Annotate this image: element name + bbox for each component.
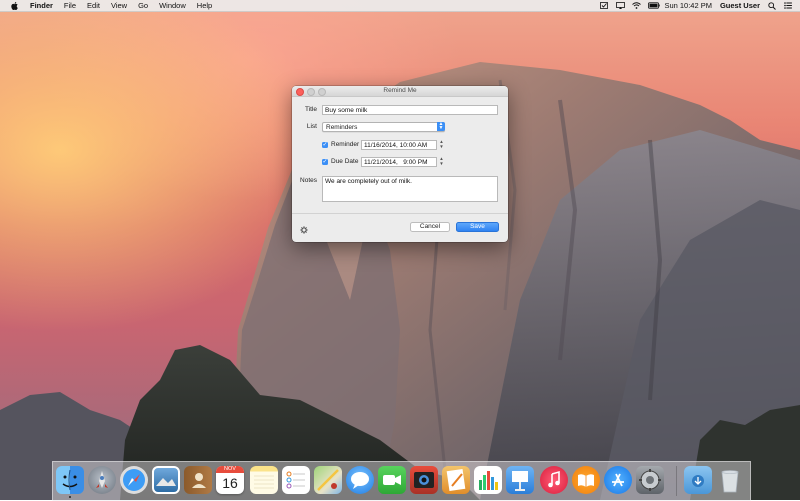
menu-bar: Finder File Edit View Go Window Help Sun… <box>0 0 800 12</box>
menu-extras: Sun 10:42 PM Guest User <box>600 0 792 11</box>
contacts-icon[interactable] <box>184 466 212 494</box>
menu-app-name[interactable]: Finder <box>30 1 53 10</box>
ibooks-icon[interactable] <box>572 466 600 494</box>
menu-view[interactable]: View <box>111 1 127 10</box>
notes-label: Notes <box>300 177 317 184</box>
dock-separator <box>676 466 677 496</box>
menu-window[interactable]: Window <box>159 1 186 10</box>
maps-icon[interactable] <box>314 466 342 494</box>
dialog-divider <box>292 213 508 214</box>
reminder-stepper[interactable]: ▲ ▼ <box>439 139 444 149</box>
photo-booth-icon[interactable] <box>410 466 438 494</box>
menu-help[interactable]: Help <box>197 1 212 10</box>
messages-icon[interactable] <box>346 466 374 494</box>
gear-icon[interactable] <box>300 223 308 234</box>
zoom-button[interactable] <box>318 88 326 96</box>
reminder-date-field[interactable]: 11/16/2014, 10:00 AM <box>361 140 437 150</box>
wifi-icon[interactable] <box>632 2 642 9</box>
remind-me-dialog: Remind Me Title Buy some milk List Remin… <box>292 86 508 242</box>
trash-icon[interactable] <box>716 466 744 494</box>
chevron-updown-icon: ▲ ▼ <box>437 121 445 131</box>
calendar-icon[interactable]: NOV 16 <box>216 466 244 494</box>
dialog-titlebar[interactable]: Remind Me <box>292 86 508 97</box>
battery-icon[interactable] <box>648 2 661 9</box>
title-field[interactable]: Buy some milk <box>322 105 498 115</box>
reminders-icon[interactable] <box>282 466 310 494</box>
pages-icon[interactable] <box>442 466 470 494</box>
spotlight-search-icon[interactable] <box>768 2 776 10</box>
downloads-folder-icon[interactable] <box>684 466 712 494</box>
numbers-icon[interactable] <box>474 466 502 494</box>
title-label: Title <box>304 106 317 113</box>
mail-stamp-icon[interactable] <box>152 466 180 494</box>
cancel-button[interactable]: Cancel <box>410 222 450 232</box>
facetime-icon[interactable] <box>378 466 406 494</box>
reminder-checkbox[interactable]: ✓ <box>322 142 328 148</box>
app-store-icon[interactable] <box>604 466 632 494</box>
reminder-label: Reminder <box>331 141 360 148</box>
due-date-checkbox[interactable]: ✓ <box>322 159 328 165</box>
system-preferences-icon[interactable] <box>636 466 664 494</box>
menu-edit[interactable]: Edit <box>87 1 100 10</box>
menu-file[interactable]: File <box>64 1 76 10</box>
list-label: List <box>306 123 317 130</box>
menu-go[interactable]: Go <box>138 1 148 10</box>
notes-textarea[interactable]: We are completely out of milk. <box>322 176 498 202</box>
wallpaper-mountain <box>0 62 800 500</box>
due-date-stepper[interactable]: ▲ ▼ <box>439 156 444 166</box>
calendar-month: NOV <box>216 466 244 473</box>
reminder-check-icon[interactable] <box>600 2 609 9</box>
save-button[interactable]: Save <box>456 222 499 232</box>
finder-icon[interactable] <box>56 466 84 494</box>
due-date-field[interactable]: 11/21/2014, 9:00 PM <box>361 157 437 167</box>
menu-clock[interactable]: Sun 10:42 PM <box>664 1 712 10</box>
dialog-title: Remind Me <box>383 87 417 94</box>
list-popup[interactable]: Reminders ▲ ▼ <box>322 122 445 132</box>
calendar-day: 16 <box>222 475 238 491</box>
launchpad-icon[interactable] <box>88 466 116 494</box>
finder-running-indicator <box>69 496 71 498</box>
itunes-icon[interactable] <box>540 466 568 494</box>
notification-center-icon[interactable] <box>784 2 792 9</box>
apple-menu-icon[interactable] <box>10 1 19 10</box>
list-popup-value: Reminders <box>326 124 358 131</box>
airplay-icon[interactable] <box>616 2 626 9</box>
desktop-wallpaper <box>0 0 800 500</box>
close-button[interactable] <box>296 88 304 96</box>
notes-app-icon[interactable] <box>250 466 278 494</box>
window-controls <box>296 88 326 96</box>
minimize-button[interactable] <box>307 88 315 96</box>
safari-icon[interactable] <box>120 466 148 494</box>
keynote-icon[interactable] <box>506 466 534 494</box>
menu-user[interactable]: Guest User <box>720 1 760 10</box>
due-date-label: Due Date <box>331 158 359 165</box>
